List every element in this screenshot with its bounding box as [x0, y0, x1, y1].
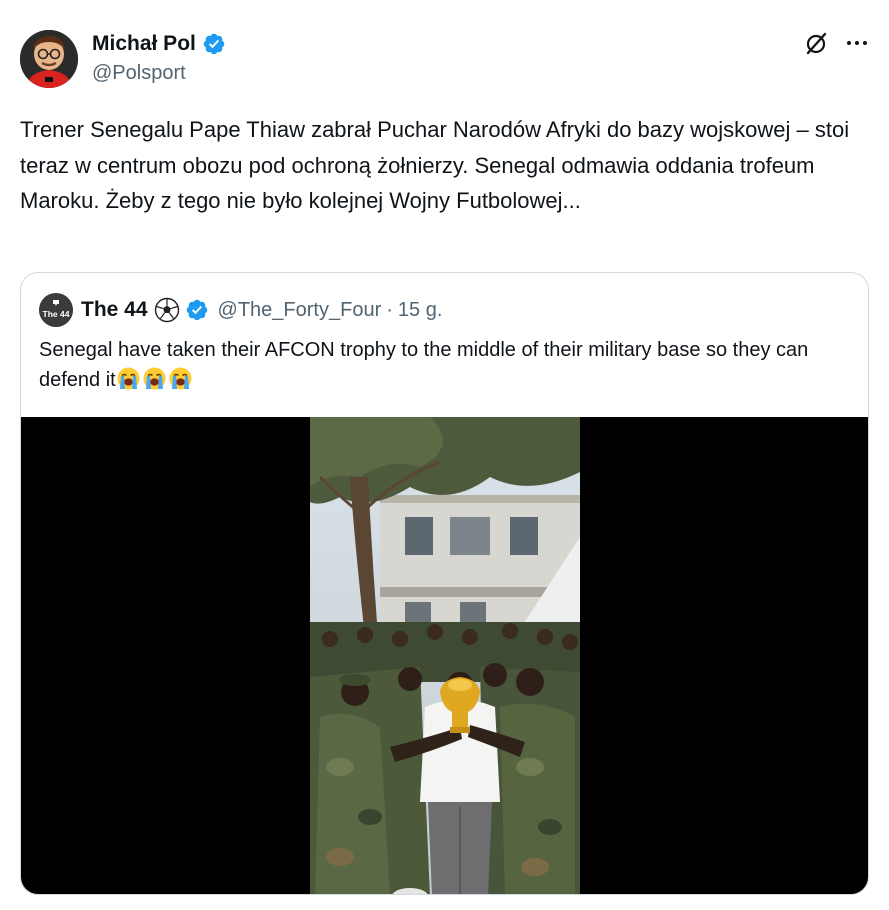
soccer-ball-icon: [154, 297, 180, 323]
quoted-timestamp[interactable]: 15 g.: [398, 299, 442, 322]
author-name[interactable]: Michał Pol: [92, 32, 196, 56]
tweet-text: Trener Senegalu Pape Thiaw zabrał Puchar…: [20, 117, 850, 213]
quoted-author-avatar-text: The 44: [43, 309, 70, 319]
emoji-group: [116, 366, 193, 391]
author-handle[interactable]: @Polsport: [92, 62, 186, 85]
quoted-author-avatar[interactable]: The 44: [39, 293, 73, 327]
quoted-tweet-card[interactable]: The 44 The 44 @The_Forty_Four · 15 g. Se…: [20, 272, 869, 895]
quoted-header-separator: ·: [386, 298, 393, 321]
loudly-crying-face-icon: [117, 367, 140, 390]
tweet: Michał Pol @Polsport Trener Senegalu Pap…: [0, 0, 889, 910]
video-thumbnail[interactable]: [310, 417, 580, 894]
quoted-verified-badge-icon: [185, 298, 209, 322]
author-avatar[interactable]: [20, 30, 78, 88]
loudly-crying-face-icon: [169, 367, 192, 390]
verified-badge-icon: [202, 32, 226, 56]
quoted-author-name[interactable]: The 44: [81, 298, 148, 322]
grok-icon[interactable]: [803, 31, 829, 57]
author-name-row[interactable]: Michał Pol: [92, 32, 226, 56]
quoted-tweet-text-block: Senegal have taken their AFCON trophy to…: [39, 335, 849, 395]
more-options-icon[interactable]: [844, 30, 870, 56]
loudly-crying-face-icon: [143, 367, 166, 390]
quoted-author-handle[interactable]: @The_Forty_Four: [218, 299, 382, 322]
quoted-tweet-header: The 44 The 44 @The_Forty_Four · 15 g.: [39, 293, 442, 327]
video-player[interactable]: [21, 417, 868, 894]
